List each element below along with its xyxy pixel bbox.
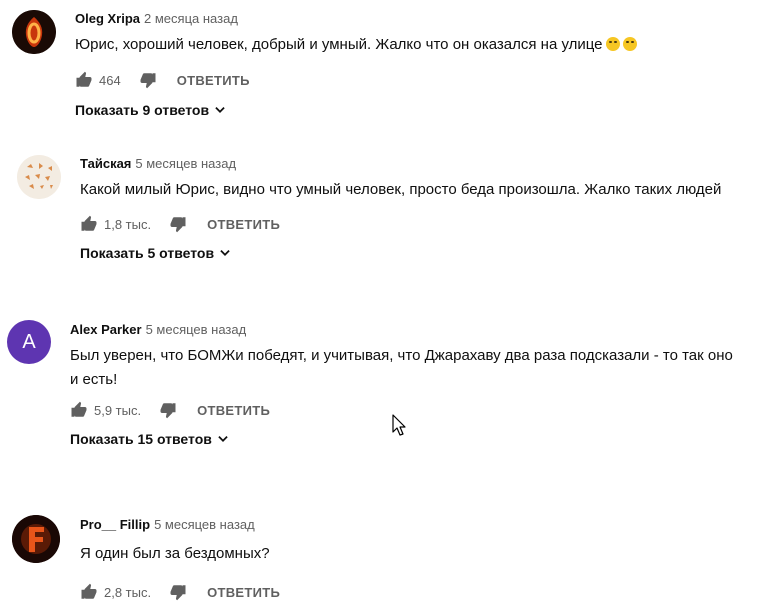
chevron-down-icon — [218, 436, 228, 442]
like-button[interactable] — [70, 401, 88, 419]
thumb-up-icon — [71, 401, 87, 417]
show-replies-label: Показать 15 ответов — [70, 431, 212, 447]
thumb-down-icon — [160, 403, 176, 419]
comment-text: Был уверен, что БОМЖи победят, и учитыва… — [70, 347, 733, 388]
comment-header: Тайская 5 месяцев назад — [80, 156, 236, 171]
reply-button[interactable]: ОТВЕТИТЬ — [207, 585, 280, 600]
comment-actions: 1,8 тыс. ОТВЕТИТЬ — [80, 212, 280, 236]
dislike-button[interactable] — [139, 71, 157, 89]
avatar[interactable] — [12, 10, 56, 54]
like-button[interactable] — [80, 583, 98, 601]
comment-text: Какой милый Юрис, видно что умный челове… — [80, 181, 722, 198]
comment-time[interactable]: 5 месяцев назад — [135, 156, 236, 171]
avatar[interactable]: A — [7, 320, 51, 364]
comment-actions: 2,8 тыс. ОТВЕТИТЬ — [80, 580, 280, 604]
like-button[interactable] — [75, 71, 93, 89]
show-replies-label: Показать 9 ответов — [75, 102, 210, 118]
show-replies-button[interactable]: Показать 9 ответов — [75, 102, 227, 118]
show-replies-button[interactable]: Показать 15 ответов — [70, 431, 230, 447]
comment-header: Alex Parker 5 месяцев назад — [70, 322, 246, 337]
comment-actions: 464 ОТВЕТИТЬ — [75, 68, 250, 92]
thumb-up-icon — [81, 583, 97, 599]
avatar-letter: A — [22, 330, 36, 353]
like-count: 1,8 тыс. — [104, 216, 152, 232]
dislike-button[interactable] — [159, 401, 177, 419]
mouse-cursor-icon — [392, 414, 406, 436]
like-button[interactable] — [80, 215, 98, 233]
reply-button[interactable]: ОТВЕТИТЬ — [177, 73, 250, 88]
comment-text: Юрис, хороший человек, добрый и умный. Ж… — [75, 33, 637, 57]
sad-face-emoji — [605, 37, 620, 51]
show-replies-button[interactable]: Показать 5 ответов — [80, 245, 232, 261]
dislike-button[interactable] — [169, 215, 187, 233]
author-name[interactable]: Alex Parker — [70, 322, 142, 337]
thumb-up-icon — [81, 215, 97, 231]
avatar[interactable] — [17, 155, 61, 199]
show-replies-label: Показать 5 ответов — [80, 245, 215, 261]
like-count: 464 — [99, 72, 121, 88]
author-name[interactable]: Pro__ Fillip — [80, 517, 150, 532]
author-name[interactable]: Oleg Xripa — [75, 11, 140, 26]
like-count: 5,9 тыс. — [94, 402, 142, 418]
reply-button[interactable]: ОТВЕТИТЬ — [207, 217, 280, 232]
thumb-down-icon — [170, 217, 186, 233]
avatar[interactable] — [12, 515, 60, 563]
thumb-up-icon — [76, 71, 92, 87]
reply-button[interactable]: ОТВЕТИТЬ — [197, 403, 270, 418]
comment-header: Oleg Xripa 2 месяца назад — [75, 11, 238, 26]
chevron-down-icon — [215, 107, 225, 113]
comment-time[interactable]: 2 месяца назад — [144, 11, 238, 26]
comment-time[interactable]: 5 месяцев назад — [154, 517, 255, 532]
thumb-down-icon — [170, 585, 186, 601]
like-count: 2,8 тыс. — [104, 584, 152, 600]
comment-text: Я один был за бездомных? — [80, 545, 270, 562]
author-name[interactable]: Тайская — [80, 156, 131, 171]
comment-header: Pro__ Fillip 5 месяцев назад — [80, 517, 255, 532]
crying-face-emoji — [622, 37, 637, 51]
dislike-button[interactable] — [169, 583, 187, 601]
comment-time[interactable]: 5 месяцев назад — [146, 322, 247, 337]
thumb-down-icon — [140, 73, 156, 89]
chevron-down-icon — [220, 250, 230, 256]
comment-actions: 5,9 тыс. ОТВЕТИТЬ — [70, 398, 270, 422]
